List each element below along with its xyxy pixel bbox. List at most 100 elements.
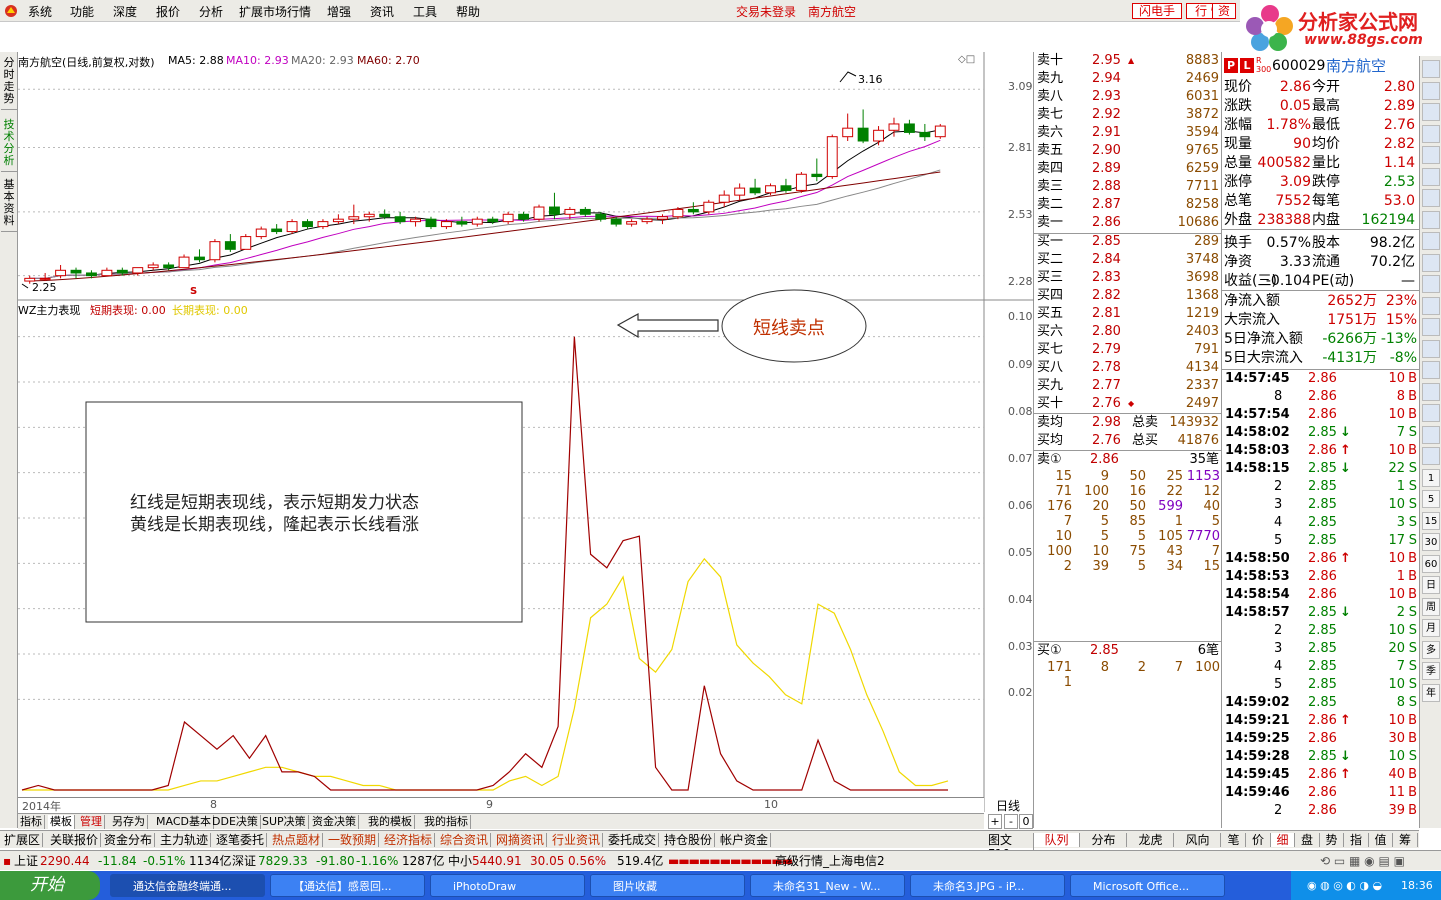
start-button[interactable]: 开始 (0, 871, 100, 900)
sell-order-row[interactable]: 卖五 2.90 9765 (1034, 142, 1222, 160)
taskbar-item[interactable]: 【通达信】感恩回... (270, 874, 425, 897)
app-icon[interactable] (4, 4, 18, 18)
tab-account-funds[interactable]: 帐户资金 (718, 833, 772, 847)
candle-body[interactable] (749, 187, 761, 194)
tab-my-template[interactable]: 我的模板 (366, 815, 415, 829)
sell-order-row[interactable]: 卖三 2.88 7711 (1034, 178, 1222, 196)
tool-icon[interactable] (1422, 404, 1440, 422)
buy-order-row[interactable]: 买十 2.76 ◆ 2497 (1034, 395, 1222, 413)
candle-body[interactable] (564, 208, 576, 215)
sell-order-row[interactable]: 卖八 2.93 6031 (1034, 88, 1222, 106)
candle-body[interactable] (795, 173, 807, 191)
candle-body[interactable] (487, 218, 499, 223)
candle-body[interactable] (903, 123, 915, 133)
tab-economic-indicators[interactable]: 经济指标 (382, 833, 436, 847)
candle-body[interactable] (317, 221, 329, 228)
candle-body[interactable] (379, 213, 391, 218)
l-badge[interactable]: L (1240, 58, 1254, 73)
status-tool-icons[interactable]: ⟲ ▭ ▦ ◉ ▤ ▣ (1320, 852, 1405, 870)
candle-body[interactable] (224, 241, 236, 250)
sme-index-label[interactable]: 中小 (448, 852, 472, 870)
menu-enhance[interactable]: 增强 (327, 3, 351, 20)
period-button[interactable]: 多 (1422, 640, 1440, 659)
subtab-trend[interactable]: 风向 (1175, 833, 1221, 847)
candle-body[interactable] (610, 218, 622, 225)
tray-icons[interactable]: ◉ ◍ ◎ ◐ ◑ ◒ (1307, 871, 1382, 900)
candle-body[interactable] (147, 264, 159, 269)
tab-fundamentals[interactable]: 基本资料 (1, 176, 17, 232)
candle-body[interactable] (471, 218, 483, 225)
period-button[interactable]: 月 (1422, 619, 1440, 637)
candle-body[interactable] (348, 216, 360, 220)
candle-body[interactable] (765, 185, 776, 194)
period-label[interactable]: 日线 (996, 797, 1020, 814)
candle-body[interactable] (919, 131, 931, 138)
tool-icon[interactable] (1422, 189, 1440, 207)
candle-body[interactable] (703, 201, 715, 213)
period-button[interactable]: 30 (1422, 533, 1440, 551)
candle-body[interactable] (595, 213, 607, 220)
tab-extension-area[interactable]: 扩展区 (2, 833, 44, 847)
sh-index-label[interactable]: 上证 (14, 852, 38, 870)
menu-help[interactable]: 帮助 (456, 3, 480, 20)
candle-body[interactable] (456, 221, 468, 225)
tab-dde[interactable]: DDE决策 (210, 815, 261, 829)
buy-order-row[interactable]: 买七 2.79 791 (1034, 341, 1222, 359)
candle-body[interactable] (687, 208, 699, 213)
candle-body[interactable] (255, 228, 267, 238)
subtab-dragon-tiger[interactable]: 龙虎 (1128, 833, 1174, 847)
tool-icon[interactable] (1422, 339, 1440, 358)
candle-body[interactable] (873, 129, 884, 142)
tab-save-as[interactable]: 另存为 (110, 815, 148, 829)
tool-icon[interactable] (1422, 232, 1440, 250)
tab-fund-decision[interactable]: 资金决策 (310, 815, 359, 829)
kline-settings-icon[interactable]: ◇□ (958, 54, 975, 65)
sell-order-row[interactable]: 卖十 2.95 ▲ 8883 (1034, 52, 1222, 70)
period-button[interactable]: 季 (1422, 662, 1440, 680)
candle-body[interactable] (502, 213, 514, 223)
period-button[interactable]: 日 (1422, 576, 1440, 594)
tab-holdings[interactable]: 持仓股份 (662, 833, 716, 847)
tab-order-deal[interactable]: 委托成交 (606, 833, 660, 847)
tool-icon[interactable] (1422, 382, 1440, 401)
menu-extended-market[interactable]: 扩展市场行情 (239, 3, 311, 20)
taskbar-item[interactable]: 未命名3.JPG - iP... (910, 874, 1065, 897)
sell-order-row[interactable]: 卖六 2.91 3594 (1034, 124, 1222, 142)
buy-order-row[interactable]: 买四 2.82 1368 (1034, 287, 1222, 305)
candle-body[interactable] (55, 269, 67, 277)
candle-body[interactable] (579, 208, 591, 215)
candle-body[interactable] (842, 127, 854, 138)
menu-function[interactable]: 功能 (70, 3, 94, 20)
candle-body[interactable] (86, 272, 97, 277)
candle-body[interactable] (394, 216, 406, 223)
candle-body[interactable] (934, 125, 946, 138)
sell-order-row[interactable]: 卖二 2.87 8258 (1034, 196, 1222, 214)
candle-body[interactable] (533, 206, 545, 220)
tab-order-by-order[interactable]: 逐笔委托 (214, 833, 268, 847)
candle-body[interactable] (209, 241, 221, 261)
candle-body[interactable] (332, 218, 344, 223)
candle-body[interactable] (194, 256, 205, 261)
buy-order-row[interactable]: 买二 2.84 3748 (1034, 251, 1222, 269)
buy-order-row[interactable]: 买九 2.77 2337 (1034, 377, 1222, 395)
tab-main-force-track[interactable]: 主力轨迹 (158, 833, 212, 847)
candle-body[interactable] (857, 127, 869, 142)
menu-tools[interactable]: 工具 (413, 3, 437, 20)
candle-body[interactable] (286, 221, 298, 233)
candle-body[interactable] (734, 187, 746, 196)
candle-body[interactable] (626, 221, 638, 225)
period-button[interactable]: 5 (1422, 490, 1440, 508)
tab-template[interactable]: 模板 (48, 815, 75, 829)
candle-body[interactable] (780, 185, 792, 191)
subtab-distribution[interactable]: 分布 (1081, 833, 1127, 847)
sell-order-row[interactable]: 卖七 2.92 3872 (1034, 106, 1222, 124)
taskbar-item[interactable]: 图片收藏 (590, 874, 745, 897)
candle-body[interactable] (718, 194, 730, 203)
info-subtab[interactable]: 盘 (1296, 833, 1320, 847)
tab-time-share[interactable]: 分时走势 (1, 54, 17, 110)
candle-body[interactable] (410, 218, 421, 223)
tool-icon[interactable] (1422, 60, 1440, 78)
taskbar-item[interactable]: 未命名31_New - W... (750, 874, 905, 897)
info-subtab[interactable]: 价 (1247, 833, 1271, 847)
tab-manage[interactable]: 管理 (78, 815, 105, 829)
